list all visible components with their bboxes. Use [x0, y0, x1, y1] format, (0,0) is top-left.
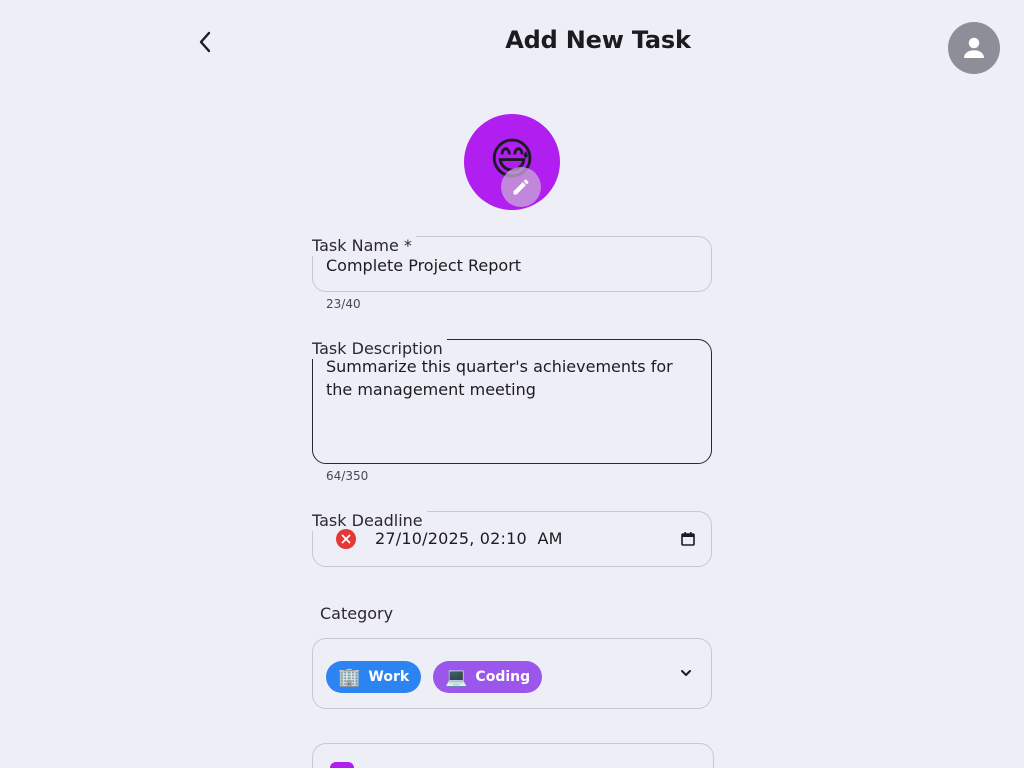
pencil-icon — [513, 179, 529, 195]
color-picker-card[interactable] — [312, 743, 714, 768]
close-icon — [341, 534, 351, 544]
task-name-value[interactable]: Complete Project Report — [326, 254, 521, 277]
task-description-value[interactable]: Summarize this quarter's achievements fo… — [326, 355, 696, 401]
chip-label: Coding — [475, 669, 531, 685]
add-task-page: Add New Task 😅 Task Name * Complete Proj… — [0, 0, 1024, 768]
chevron-down-icon[interactable] — [679, 666, 693, 680]
laptop-icon: 💻 — [445, 666, 468, 688]
color-swatch[interactable] — [330, 762, 354, 768]
task-deadline-value[interactable]: 27/10/2025, 02:10 AM — [375, 527, 563, 550]
page-title: Add New Task — [505, 26, 691, 54]
category-label: Category — [320, 604, 394, 623]
task-name-label: Task Name * — [312, 236, 416, 256]
person-icon — [964, 37, 984, 58]
task-description-input[interactable]: Task Description Summarize this quarter'… — [312, 339, 712, 464]
calendar-icon[interactable] — [680, 531, 696, 547]
category-select[interactable]: 🏢 Work 💻 Coding — [312, 638, 712, 709]
category-chip-work[interactable]: 🏢 Work — [326, 661, 422, 693]
office-building-icon: 🏢 — [338, 666, 361, 688]
edit-emoji-button[interactable] — [501, 167, 541, 207]
account-button[interactable] — [948, 22, 1000, 74]
task-deadline-input[interactable]: Task Deadline 27/10/2025, 02:10 AM — [312, 511, 712, 567]
task-name-counter: 23/40 — [326, 297, 361, 311]
category-chip-coding[interactable]: 💻 Coding — [433, 661, 543, 693]
chip-label: Work — [368, 669, 410, 685]
clear-deadline-button[interactable] — [336, 529, 356, 549]
task-name-input[interactable]: Task Name * Complete Project Report — [312, 236, 712, 292]
task-description-counter: 64/350 — [326, 469, 369, 483]
